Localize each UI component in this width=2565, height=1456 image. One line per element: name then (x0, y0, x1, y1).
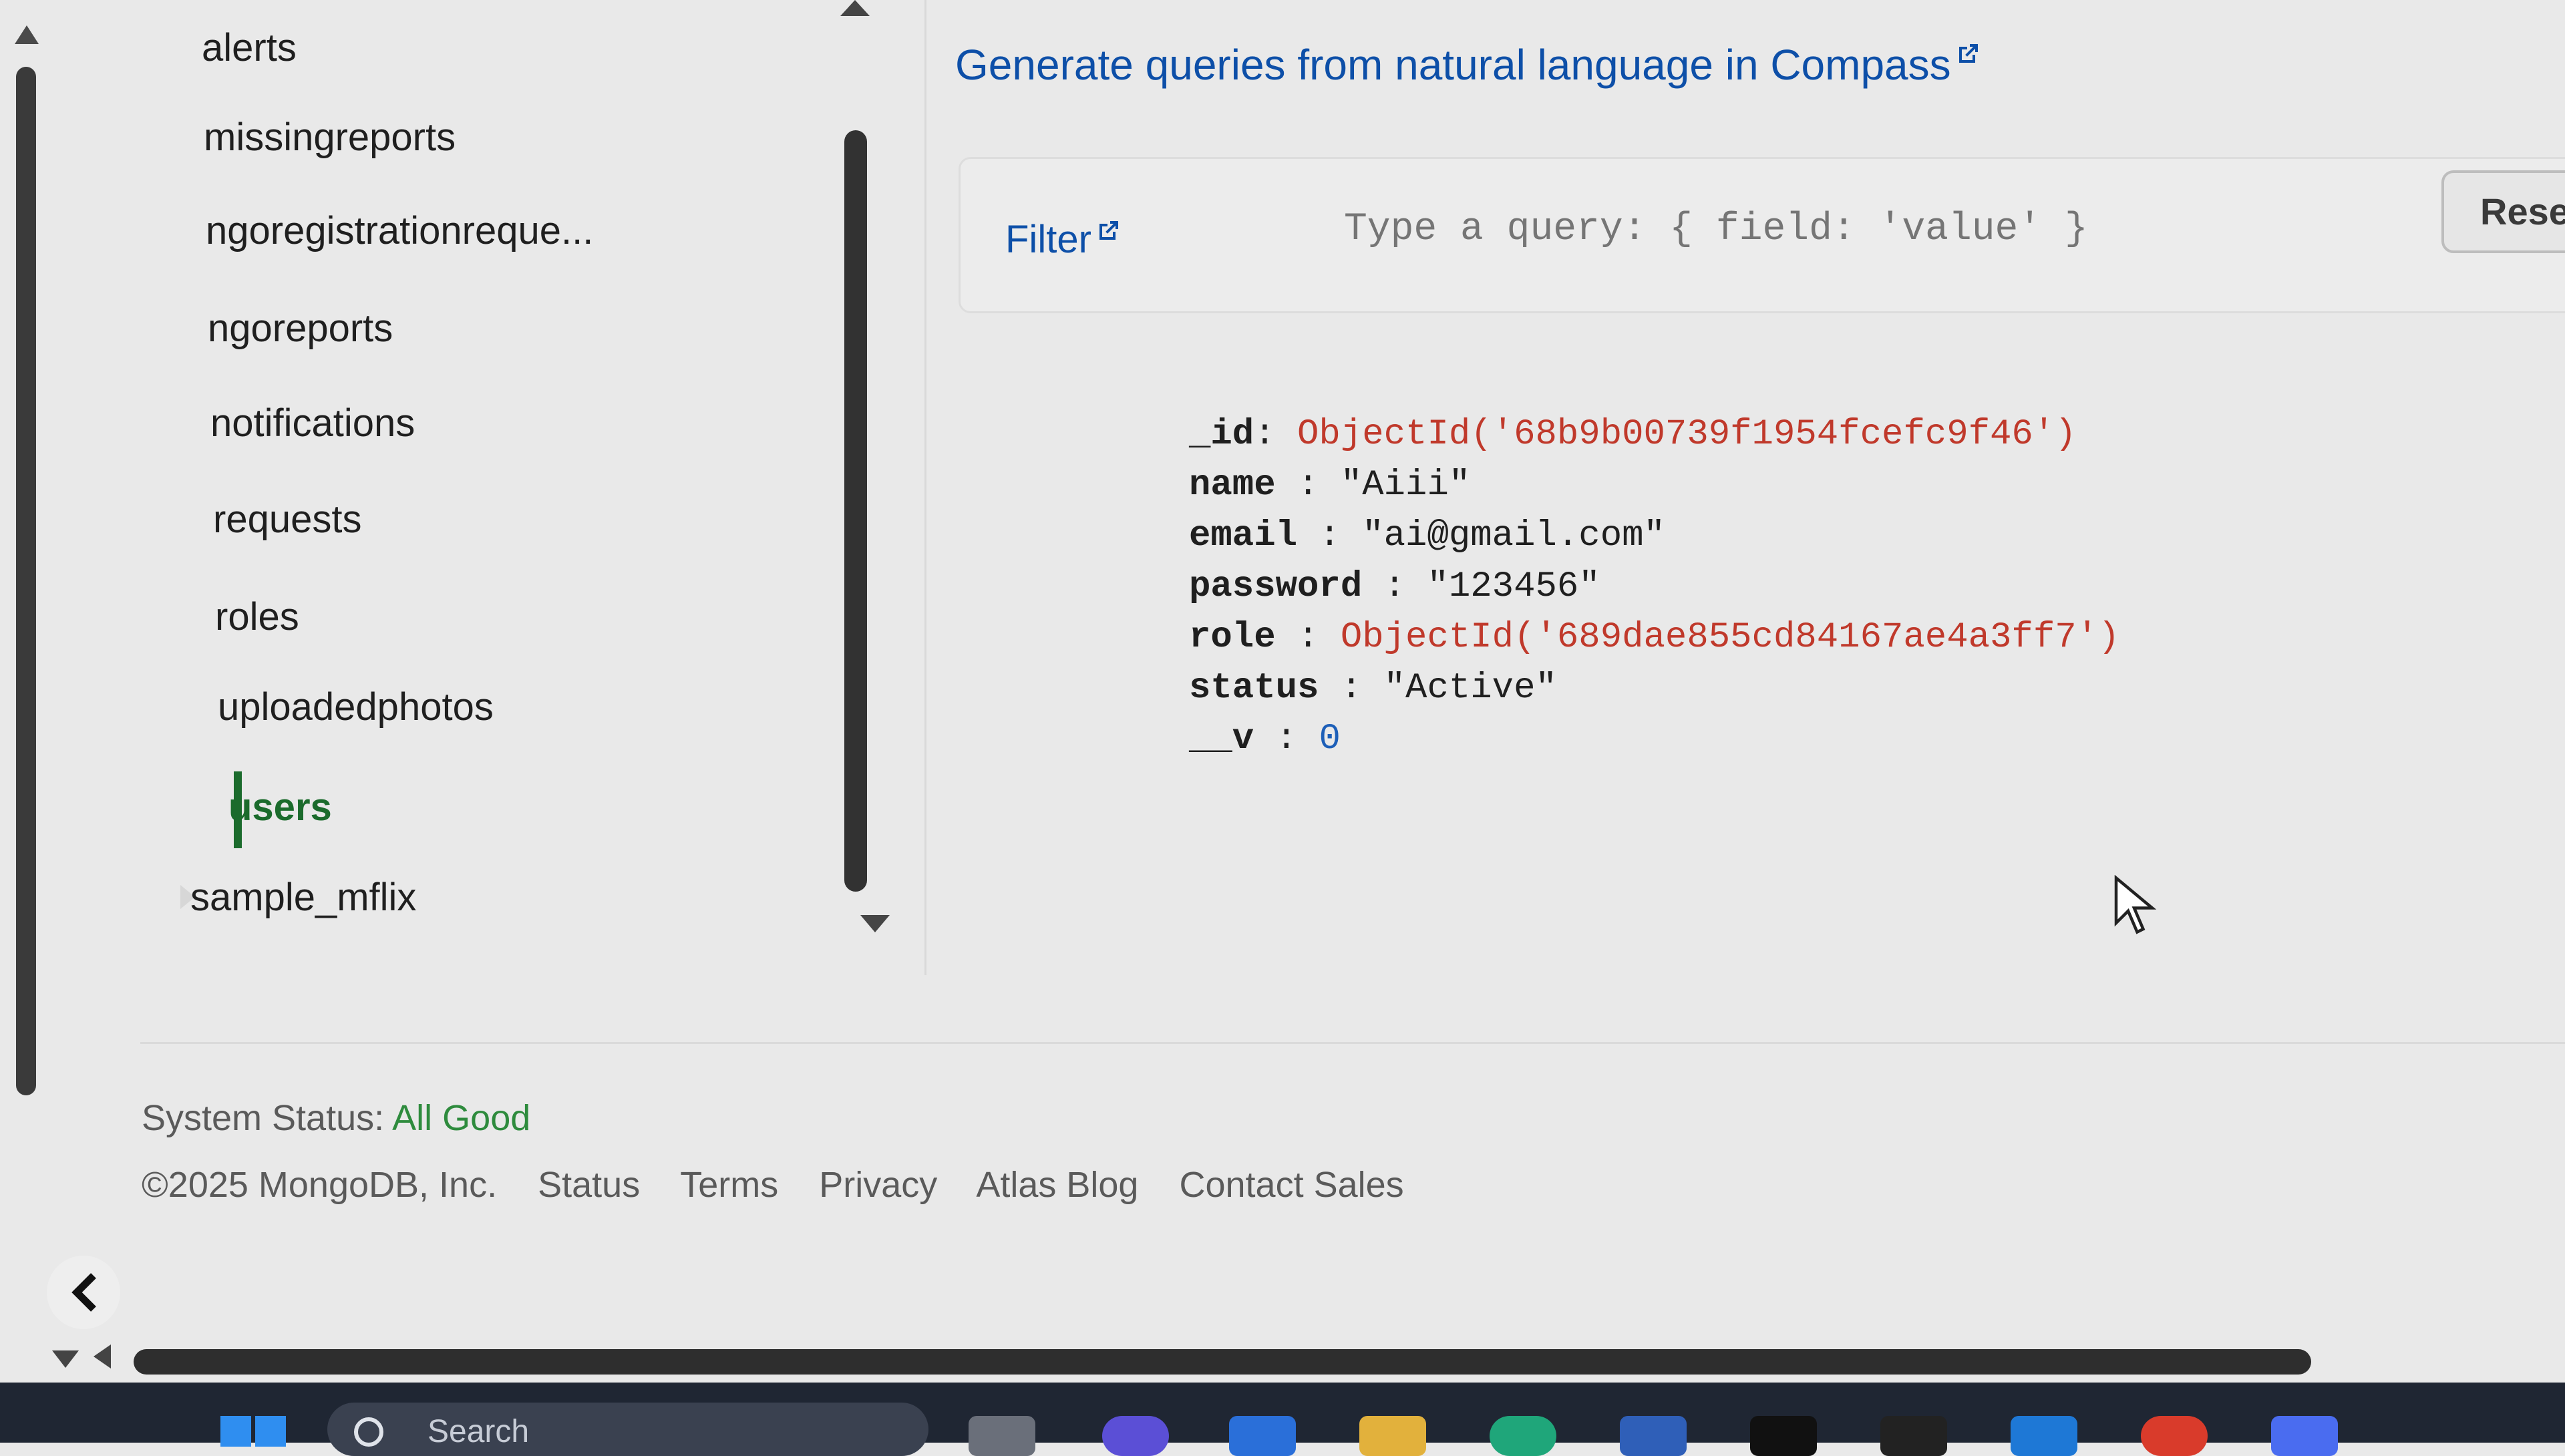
field-value[interactable]: ObjectId('68b9b00739f1954fcefc9f46') (1297, 414, 2077, 455)
field-value[interactable]: ObjectId('689dae855cd84167ae4a3ff7') (1341, 617, 2120, 658)
collection-item-roles[interactable]: roles (215, 594, 299, 639)
windows-start-icon[interactable] (220, 1416, 287, 1456)
vscode-icon[interactable] (2011, 1416, 2077, 1456)
field-key: role (1189, 617, 1276, 658)
collapse-sidebar-button[interactable] (47, 1256, 120, 1329)
collection-item-requests[interactable]: requests (213, 497, 361, 542)
database-item-sample-mflix[interactable]: sample_mflix (190, 875, 416, 920)
footer-link-atlas-blog[interactable]: Atlas Blog (976, 1165, 1138, 1205)
document-field: role : ObjectId('689dae855cd84167ae4a3ff… (1189, 617, 2119, 668)
field-separator: : (1254, 414, 1298, 455)
query-input[interactable] (1343, 207, 2347, 252)
external-link-icon (1958, 44, 1978, 63)
taskbar-app-icon[interactable] (1620, 1416, 1687, 1456)
system-status-value[interactable]: All Good (392, 1098, 530, 1138)
field-key: __v (1189, 719, 1254, 759)
footer-link-privacy[interactable]: Privacy (819, 1165, 937, 1205)
taskbar-app-icon[interactable] (969, 1416, 1035, 1456)
document-field: name : "Aiii" (1189, 465, 2119, 516)
taskbar-app-icon[interactable] (1102, 1416, 1169, 1456)
chrome-icon[interactable] (2141, 1416, 2208, 1456)
document-field: email : "ai@gmail.com" (1189, 516, 2119, 566)
sidebar-scroll-up-icon[interactable] (840, 0, 870, 16)
scroll-left-arrow-icon[interactable] (94, 1344, 111, 1369)
field-value[interactable]: "ai@gmail.com" (1362, 516, 1665, 556)
collections-sidebar: alerts missingreports ngoregistrationreq… (47, 0, 915, 1002)
folder-icon[interactable] (1359, 1416, 1426, 1456)
footer-link-status[interactable]: Status (538, 1165, 640, 1205)
filter-label-text[interactable]: Filter (1005, 218, 1091, 261)
field-key: name (1189, 465, 1276, 506)
horizontal-scroll-thumb[interactable] (134, 1349, 2311, 1375)
scroll-up-arrow-icon[interactable] (15, 25, 39, 44)
collection-item-alerts[interactable]: alerts (202, 25, 297, 70)
system-status-label: System Status: (142, 1098, 393, 1138)
field-key: password (1189, 566, 1363, 607)
terminal-icon[interactable] (1750, 1416, 1817, 1456)
field-value[interactable]: "Active" (1384, 668, 1557, 709)
collection-item-ngoregistrationrequests[interactable]: ngoregistrationreque... (206, 208, 593, 253)
sidebar-scroll-down-icon[interactable] (860, 915, 890, 932)
filter-label[interactable]: Filter (1005, 217, 1122, 262)
calendar-icon[interactable] (2271, 1416, 2338, 1456)
collection-item-uploadedphotos[interactable]: uploadedphotos (218, 685, 494, 729)
generate-queries-link-label[interactable]: Generate queries from natural language i… (955, 41, 1951, 89)
taskbar-app-icon[interactable] (1229, 1416, 1296, 1456)
document-field: __v : 0 (1189, 719, 2119, 769)
external-link-icon (1099, 221, 1118, 240)
field-value[interactable]: 0 (1319, 719, 1340, 759)
collection-item-notifications[interactable]: notifications (210, 401, 415, 445)
scroll-down-arrow-icon[interactable] (52, 1350, 79, 1368)
taskbar-search[interactable]: Search (327, 1403, 928, 1456)
taskbar-search-placeholder: Search (428, 1414, 530, 1449)
search-icon (354, 1417, 383, 1447)
footer-link-terms[interactable]: Terms (680, 1165, 778, 1205)
field-separator: : (1319, 668, 1384, 709)
field-separator: : (1297, 516, 1363, 556)
document-field: _id: ObjectId('68b9b00739f1954fcefc9f46'… (1189, 414, 2119, 465)
os-taskbar: Search (0, 1383, 2565, 1456)
chevron-left-icon (71, 1273, 96, 1312)
collection-item-users[interactable]: users (228, 785, 332, 830)
field-separator: : (1362, 566, 1427, 607)
sidebar-divider (924, 0, 926, 975)
field-separator: : (1254, 719, 1319, 759)
generate-queries-link[interactable]: Generate queries from natural language i… (955, 40, 1982, 89)
left-vertical-scrollbar[interactable] (12, 13, 41, 1095)
footer-link-contact-sales[interactable]: Contact Sales (1179, 1165, 1403, 1205)
field-key: status (1189, 668, 1319, 709)
field-value[interactable]: "123456" (1427, 566, 1600, 607)
field-value[interactable]: "Aiii" (1341, 465, 1470, 506)
sidebar-scroll-thumb[interactable] (844, 130, 867, 892)
collection-item-missingreports[interactable]: missingreports (204, 115, 456, 160)
footer-links: ©2025 MongoDB, Inc. Status Terms Privacy… (142, 1164, 1435, 1206)
horizontal-scrollbar[interactable] (0, 1336, 2565, 1383)
mouse-cursor-icon (2114, 875, 2157, 934)
scroll-thumb[interactable] (16, 67, 36, 1095)
footer-divider (140, 1042, 2565, 1044)
document-field: password : "123456" (1189, 566, 2119, 617)
field-key: email (1189, 516, 1298, 556)
field-separator: : (1275, 617, 1341, 658)
browser-icon[interactable] (1490, 1416, 1556, 1456)
document-card: _id: ObjectId('68b9b00739f1954fcefc9f46'… (1189, 414, 2119, 769)
collection-item-ngoreports[interactable]: ngoreports (208, 306, 393, 351)
reset-button[interactable]: Reset (2441, 170, 2565, 253)
document-field: status : "Active" (1189, 668, 2119, 719)
field-key: _id (1189, 414, 1254, 455)
field-separator: : (1275, 465, 1341, 506)
taskbar-app-icon[interactable] (1880, 1416, 1947, 1456)
system-status: System Status: All Good (142, 1097, 530, 1139)
copyright: ©2025 MongoDB, Inc. (142, 1165, 498, 1205)
